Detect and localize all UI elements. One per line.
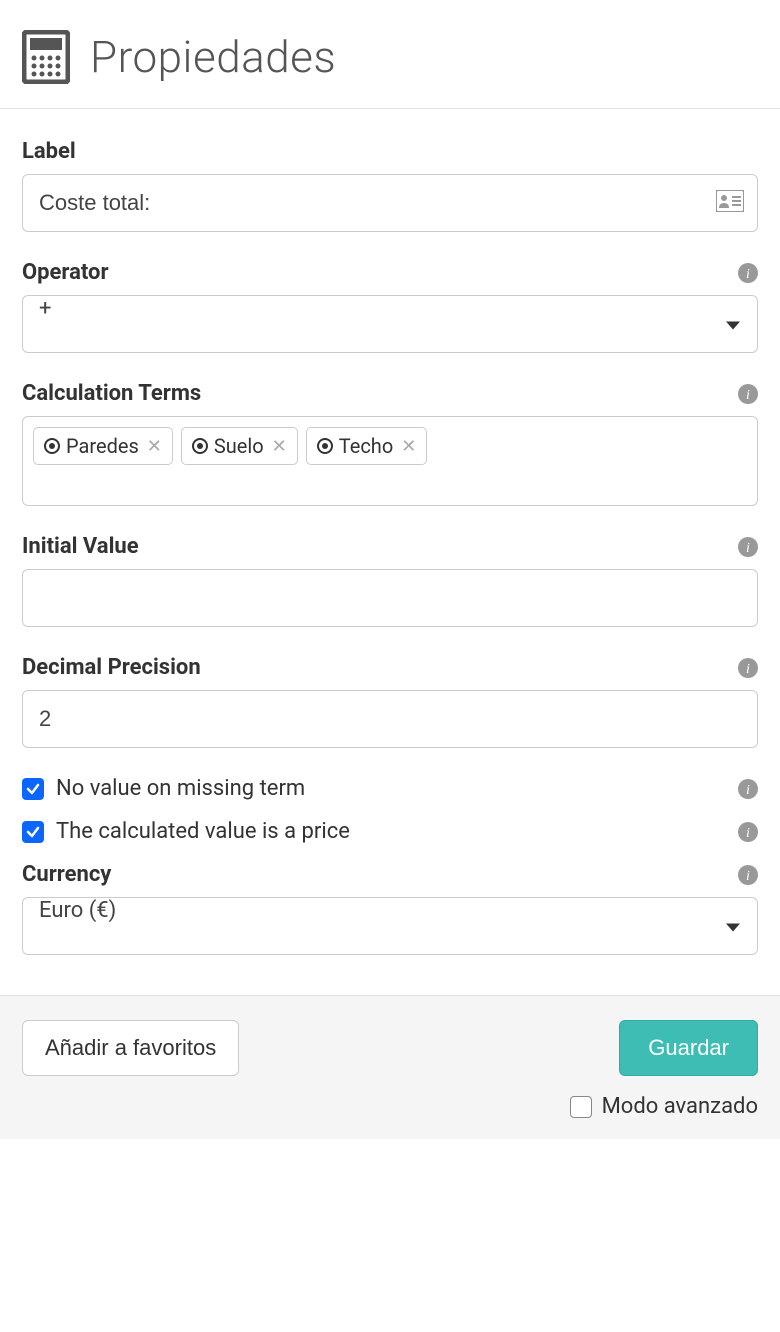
panel-footer: Añadir a favoritos Guardar Modo avanzado xyxy=(0,995,780,1139)
checkbox-no-value-missing: No value on missing term i xyxy=(22,776,758,801)
decimal-precision-input[interactable] xyxy=(22,690,758,748)
checkbox-input[interactable] xyxy=(22,778,44,800)
field-currency-group: Currency i Euro (€) xyxy=(22,862,758,955)
checkbox-input[interactable] xyxy=(22,821,44,843)
calculator-icon xyxy=(22,30,70,84)
field-operator-group: Operator i + xyxy=(22,260,758,353)
operator-label: Operator xyxy=(22,260,109,285)
info-icon[interactable]: i xyxy=(738,537,758,557)
field-decimal-precision-group: Decimal Precision i xyxy=(22,655,758,748)
checkbox-label: The calculated value is a price xyxy=(56,819,350,844)
checkbox-value-is-price: The calculated value is a price i xyxy=(22,819,758,844)
svg-text:i: i xyxy=(746,869,750,884)
panel-header: Propiedades xyxy=(0,0,780,109)
advanced-mode-label: Modo avanzado xyxy=(602,1094,758,1119)
tag-item[interactable]: Suelo ✕ xyxy=(181,427,298,465)
radio-icon xyxy=(192,438,208,454)
info-icon[interactable]: i xyxy=(738,865,758,885)
currency-label: Currency xyxy=(22,862,111,887)
save-button[interactable]: Guardar xyxy=(619,1020,758,1076)
close-icon[interactable]: ✕ xyxy=(399,436,418,457)
close-icon[interactable]: ✕ xyxy=(270,436,289,457)
currency-value: Euro (€) xyxy=(39,898,116,923)
field-initial-value-group: Initial Value i xyxy=(22,534,758,627)
advanced-mode-checkbox[interactable] xyxy=(570,1096,592,1118)
tag-item[interactable]: Techo ✕ xyxy=(306,427,428,465)
currency-select[interactable]: Euro (€) xyxy=(22,897,758,955)
tag-label: Suelo xyxy=(214,434,264,458)
svg-text:i: i xyxy=(746,826,750,841)
field-label-group: Label xyxy=(22,139,758,232)
add-favorites-button[interactable]: Añadir a favoritos xyxy=(22,1020,239,1076)
info-icon[interactable]: i xyxy=(738,658,758,678)
initial-value-input[interactable] xyxy=(22,569,758,627)
svg-text:i: i xyxy=(746,662,750,677)
info-icon[interactable]: i xyxy=(738,384,758,404)
info-icon[interactable]: i xyxy=(738,779,758,799)
radio-icon xyxy=(44,438,60,454)
field-calculation-terms-group: Calculation Terms i Paredes ✕ Suelo ✕ Te… xyxy=(22,381,758,506)
svg-text:i: i xyxy=(746,267,750,282)
radio-icon xyxy=(317,438,333,454)
tag-item[interactable]: Paredes ✕ xyxy=(33,427,173,465)
form-body: Label Operator i xyxy=(0,109,780,995)
info-icon[interactable]: i xyxy=(738,822,758,842)
svg-text:i: i xyxy=(746,388,750,403)
svg-text:i: i xyxy=(746,783,750,798)
tag-label: Paredes xyxy=(66,434,139,458)
initial-value-label: Initial Value xyxy=(22,534,139,559)
calculation-terms-input[interactable]: Paredes ✕ Suelo ✕ Techo ✕ xyxy=(22,416,758,506)
close-icon[interactable]: ✕ xyxy=(145,436,164,457)
page-title: Propiedades xyxy=(90,31,336,83)
info-icon[interactable]: i xyxy=(738,263,758,283)
operator-value: + xyxy=(39,296,51,321)
checkbox-label: No value on missing term xyxy=(56,776,305,801)
operator-select[interactable]: + xyxy=(22,295,758,353)
tag-label: Techo xyxy=(339,434,393,458)
label-label: Label xyxy=(22,139,76,164)
label-input[interactable] xyxy=(22,174,758,232)
svg-text:i: i xyxy=(746,541,750,556)
decimal-precision-label: Decimal Precision xyxy=(22,655,201,680)
calculation-terms-label: Calculation Terms xyxy=(22,381,201,406)
